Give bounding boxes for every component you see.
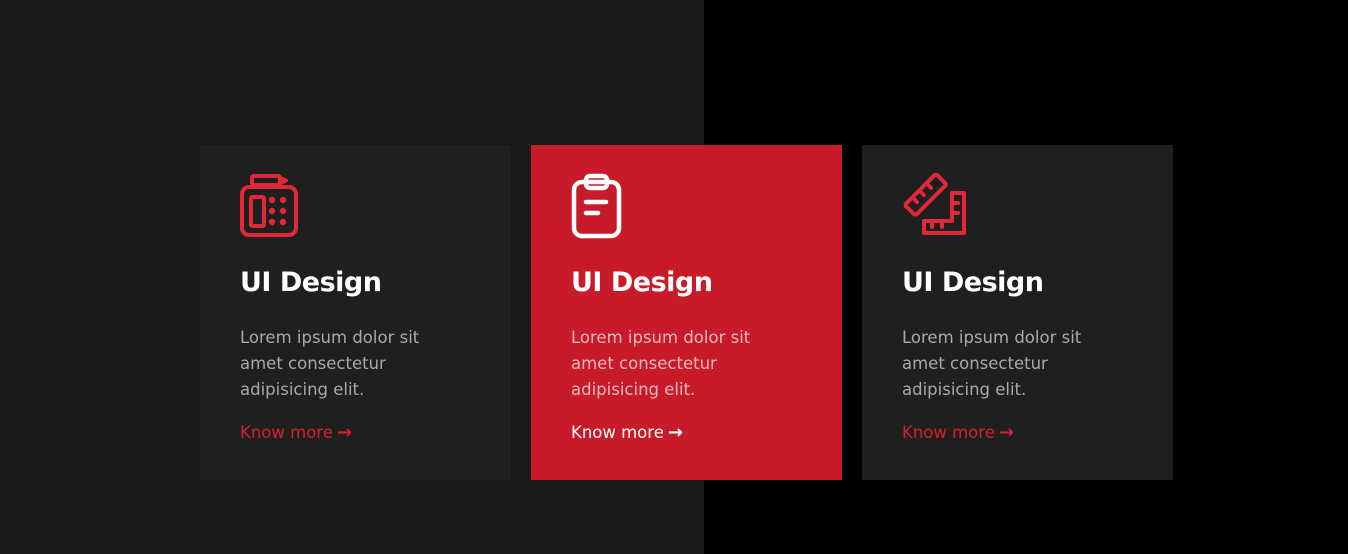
- know-more-link[interactable]: Know more →: [240, 422, 352, 444]
- clipboard-icon: [571, 173, 635, 239]
- know-more-link[interactable]: Know more →: [571, 422, 683, 444]
- card-description: Lorem ipsum dolor sit amet consectetur a…: [571, 328, 751, 399]
- rulers-icon: [902, 173, 966, 239]
- calculator-icon: [240, 173, 304, 239]
- card-description: Lorem ipsum dolor sit amet consectetur a…: [902, 328, 1082, 399]
- services-card-row: UI Design Lorem ipsum dolor sit amet con…: [200, 145, 1173, 480]
- card-title: UI Design: [902, 267, 1044, 298]
- service-card-1: UI Design Lorem ipsum dolor sit amet con…: [200, 145, 511, 480]
- card-description: Lorem ipsum dolor sit amet consectetur a…: [240, 328, 420, 399]
- arrow-right-icon: →: [998, 422, 1014, 443]
- arrow-right-icon: →: [667, 422, 683, 443]
- service-card-3: UI Design Lorem ipsum dolor sit amet con…: [862, 145, 1173, 480]
- page-background: UI Design Lorem ipsum dolor sit amet con…: [0, 0, 1348, 554]
- card-title: UI Design: [240, 267, 382, 298]
- know-more-link[interactable]: Know more →: [902, 422, 1014, 444]
- arrow-right-icon: →: [336, 422, 352, 443]
- service-card-2: UI Design Lorem ipsum dolor sit amet con…: [531, 145, 842, 480]
- card-title: UI Design: [571, 267, 713, 298]
- know-more-label: Know more: [240, 423, 333, 442]
- know-more-label: Know more: [902, 423, 995, 442]
- know-more-label: Know more: [571, 423, 664, 442]
